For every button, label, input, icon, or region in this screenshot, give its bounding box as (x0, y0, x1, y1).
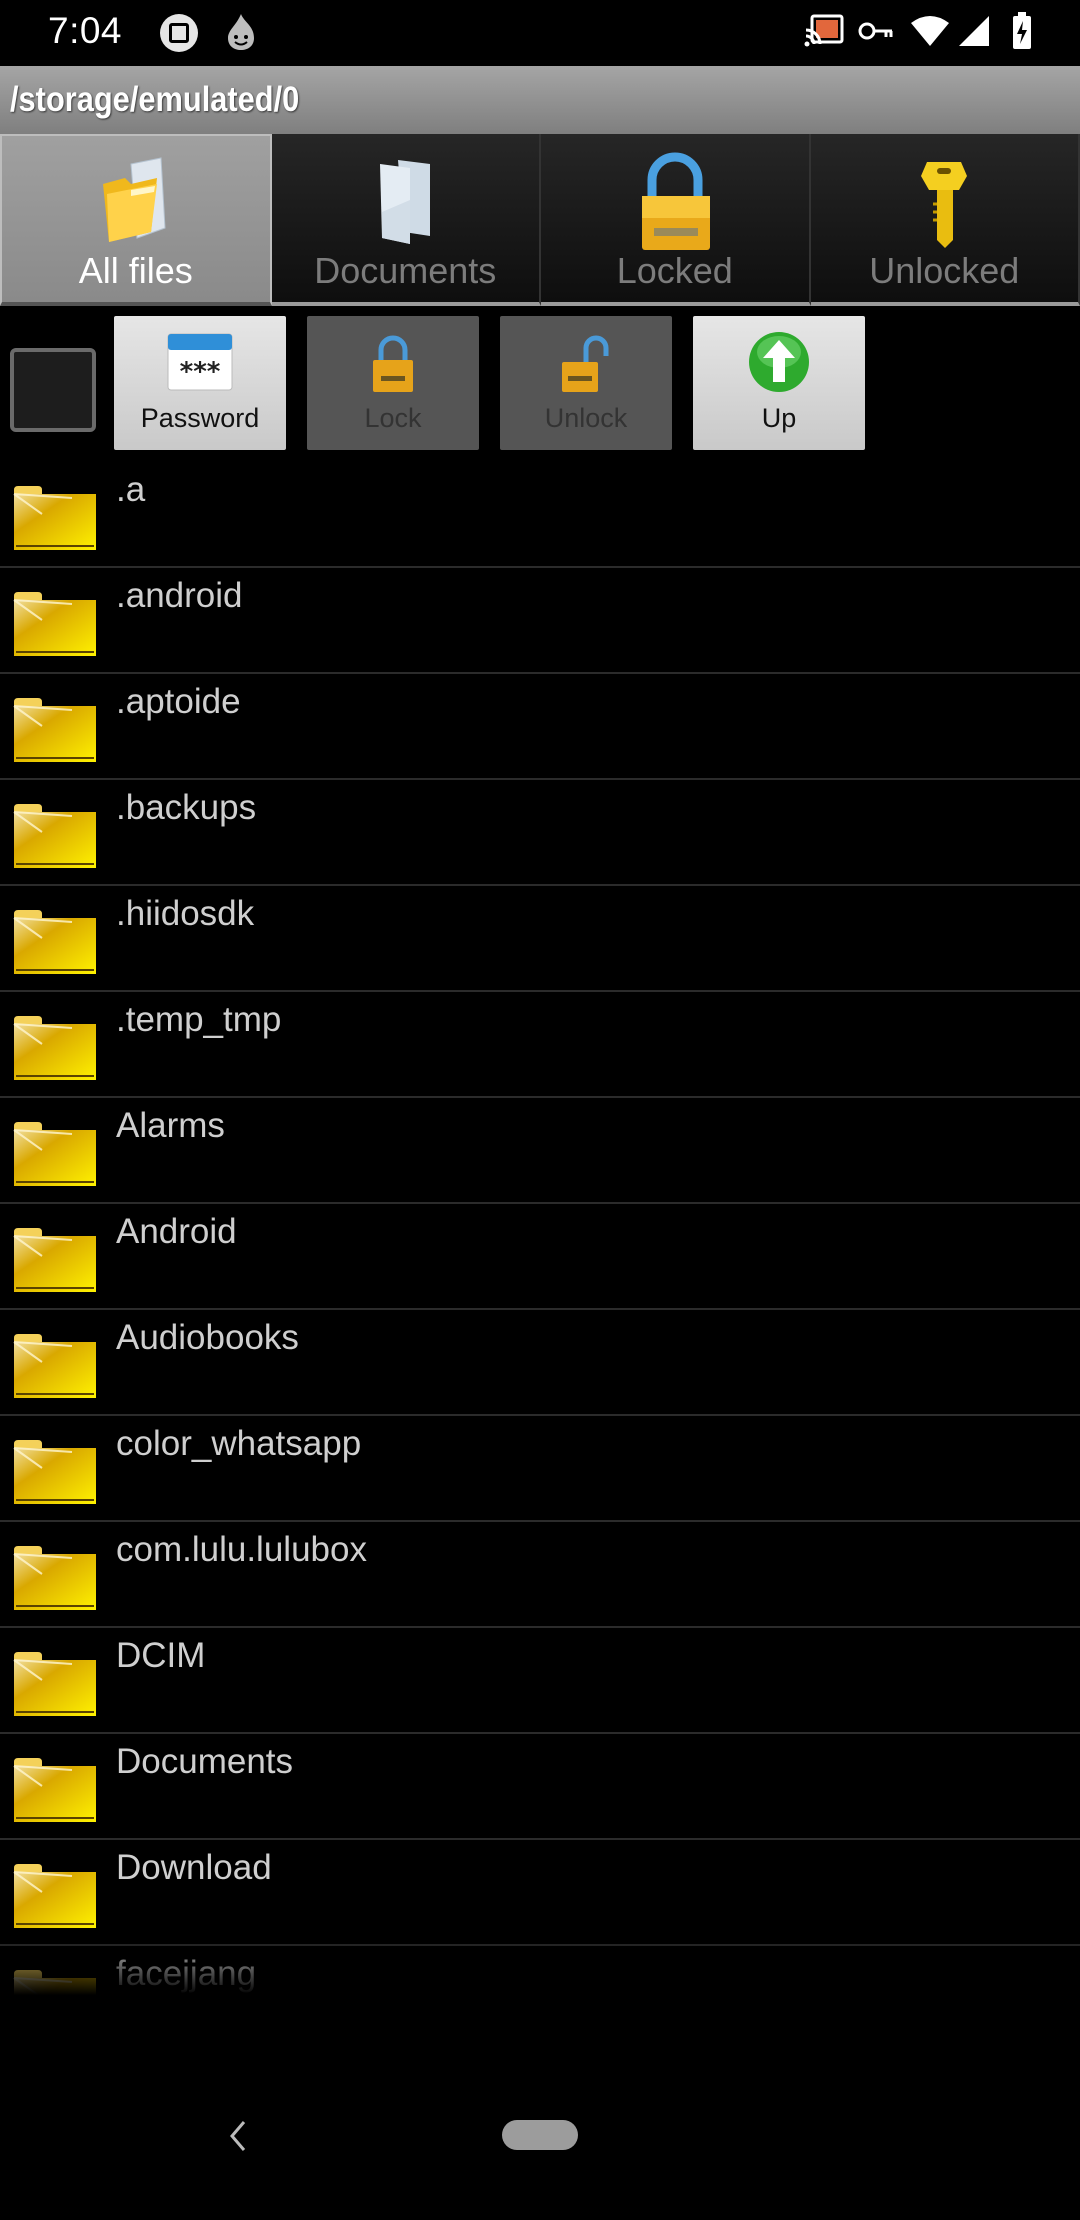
back-icon[interactable] (222, 2116, 252, 2156)
folder-icon (12, 1756, 98, 1824)
file-name: Audiobooks (116, 1318, 299, 1357)
status-icons (804, 11, 1080, 55)
file-list-item[interactable]: facejjang (0, 1946, 1080, 2010)
file-list-item[interactable]: color_whatsapp (0, 1416, 1080, 1522)
up-button[interactable]: Up (693, 316, 865, 450)
cell-signal-icon (958, 15, 990, 52)
folder-icon (12, 1862, 98, 1930)
tab-label: All files (78, 250, 193, 291)
current-path: /storage/emulated/0 (10, 80, 300, 119)
file-list-item[interactable]: Documents (0, 1734, 1080, 1840)
file-name: DCIM (116, 1636, 206, 1675)
cast-icon (804, 14, 844, 53)
folder-icon (12, 1120, 98, 1188)
folder-icon (12, 1968, 98, 2010)
folder-icon (12, 802, 98, 870)
home-pill-button[interactable] (502, 2120, 578, 2150)
lock-button[interactable]: Lock (307, 316, 479, 450)
file-name: color_whatsapp (116, 1424, 362, 1463)
battery-charging-icon (1012, 11, 1032, 55)
file-list-item[interactable]: .a (0, 462, 1080, 568)
status-bar: 7:04 (0, 0, 1080, 66)
file-name: .a (116, 470, 146, 509)
file-name: Documents (116, 1742, 294, 1781)
path-header: /storage/emulated/0 (0, 66, 1080, 134)
file-list-item[interactable]: .android (0, 568, 1080, 674)
file-list-item[interactable]: Alarms (0, 1098, 1080, 1204)
file-name: com.lulu.lulubox (116, 1530, 367, 1569)
file-name: .temp_tmp (116, 1000, 282, 1039)
tab-bar: All files Documents Locked Unlocked (0, 134, 1080, 306)
file-list-item[interactable]: DCIM (0, 1628, 1080, 1734)
svg-text:***: *** (180, 357, 221, 387)
file-list-item[interactable]: Audiobooks (0, 1310, 1080, 1416)
file-name: Download (116, 1848, 272, 1887)
folder-icon (12, 484, 98, 552)
tab-unlocked[interactable]: Unlocked (810, 134, 1080, 306)
file-list-item[interactable]: .temp_tmp (0, 992, 1080, 1098)
unlock-icon (550, 330, 622, 394)
file-name: Android (116, 1212, 237, 1251)
navigation-bar (0, 2080, 1080, 2220)
screenshot-edit-icon (160, 14, 198, 52)
file-list: .a .android .aptoide .backups .hiidosdk … (0, 462, 1080, 2010)
unlock-label: Unlock (544, 403, 628, 433)
select-all-checkbox[interactable] (10, 348, 96, 432)
vpn-key-icon (858, 20, 894, 47)
documents-icon (360, 152, 450, 252)
unlock-button[interactable]: Unlock (500, 316, 672, 450)
file-name: Alarms (116, 1106, 225, 1145)
tab-documents[interactable]: Documents (271, 134, 541, 306)
folder-icon (12, 1332, 98, 1400)
tab-locked[interactable]: Locked (541, 134, 811, 306)
file-list-item[interactable]: .hiidosdk (0, 886, 1080, 992)
lock-icon (357, 330, 429, 394)
password-label: Password (140, 403, 260, 433)
file-list-item[interactable]: Download (0, 1840, 1080, 1946)
file-name: facejjang (116, 1954, 257, 1993)
action-toolbar: *** Password Lock Unlock Up (0, 306, 1080, 456)
lock-label: Lock (364, 403, 422, 433)
file-list-item[interactable]: .backups (0, 780, 1080, 886)
folder-icon (12, 590, 98, 658)
folder-icon (12, 1014, 98, 1082)
file-name: .backups (116, 788, 257, 827)
hola-flame-icon (226, 12, 256, 52)
file-list-item[interactable]: com.lulu.lulubox (0, 1522, 1080, 1628)
status-time: 7:04 (48, 10, 123, 51)
file-list-item[interactable]: Android (0, 1204, 1080, 1310)
folder-icon (12, 696, 98, 764)
file-list-item[interactable]: .aptoide (0, 674, 1080, 780)
up-arrow-icon (743, 330, 815, 394)
tab-label: Unlocked (869, 250, 1020, 291)
wifi-icon (910, 15, 950, 52)
folder-icon (91, 154, 181, 254)
tab-label: Locked (616, 250, 733, 291)
file-name: .android (116, 576, 243, 615)
file-name: .aptoide (116, 682, 241, 721)
key-icon (899, 152, 989, 252)
folder-icon (12, 1544, 98, 1612)
password-button[interactable]: *** Password (114, 316, 286, 450)
folder-icon (12, 908, 98, 976)
password-icon: *** (164, 330, 236, 394)
folder-icon (12, 1226, 98, 1294)
folder-icon (12, 1438, 98, 1506)
file-name: .hiidosdk (116, 894, 255, 933)
folder-icon (12, 1650, 98, 1718)
tab-all-files[interactable]: All files (0, 134, 272, 306)
padlock-icon (630, 152, 720, 252)
up-label: Up (761, 403, 797, 433)
tab-label: Documents (314, 250, 497, 291)
